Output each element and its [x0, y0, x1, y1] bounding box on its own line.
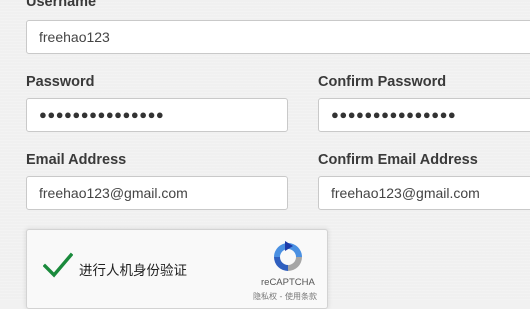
captcha-label: 进行人机身份验证 [79, 263, 187, 279]
recaptcha-logo-icon [274, 241, 302, 271]
email-label: Email Address [26, 152, 127, 168]
email-input[interactable]: freehao123@gmail.com [26, 176, 288, 210]
username-label: Username [26, 0, 97, 10]
username-input[interactable]: freehao123 [26, 20, 530, 54]
password-label: Password [26, 74, 95, 90]
recaptcha-links[interactable]: 隐私权 - 使用条款 [253, 291, 317, 302]
recaptcha-brand: reCAPTCHA [261, 277, 315, 288]
password-input[interactable]: ●●●●●●●●●●●●●●● [26, 98, 288, 132]
confirm-password-input[interactable]: ●●●●●●●●●●●●●●● [318, 98, 530, 132]
confirm-password-label: Confirm Password [318, 74, 447, 90]
registration-form: Username freehao123 Password ●●●●●●●●●●●… [0, 0, 530, 309]
checkmark-icon[interactable] [43, 252, 73, 278]
confirm-email-label: Confirm Email Address [318, 152, 478, 168]
recaptcha-widget: 进行人机身份验证 reCAPTCHA 隐私权 - 使用条款 [26, 229, 328, 309]
confirm-email-input[interactable]: freehao123@gmail.com [318, 176, 530, 210]
